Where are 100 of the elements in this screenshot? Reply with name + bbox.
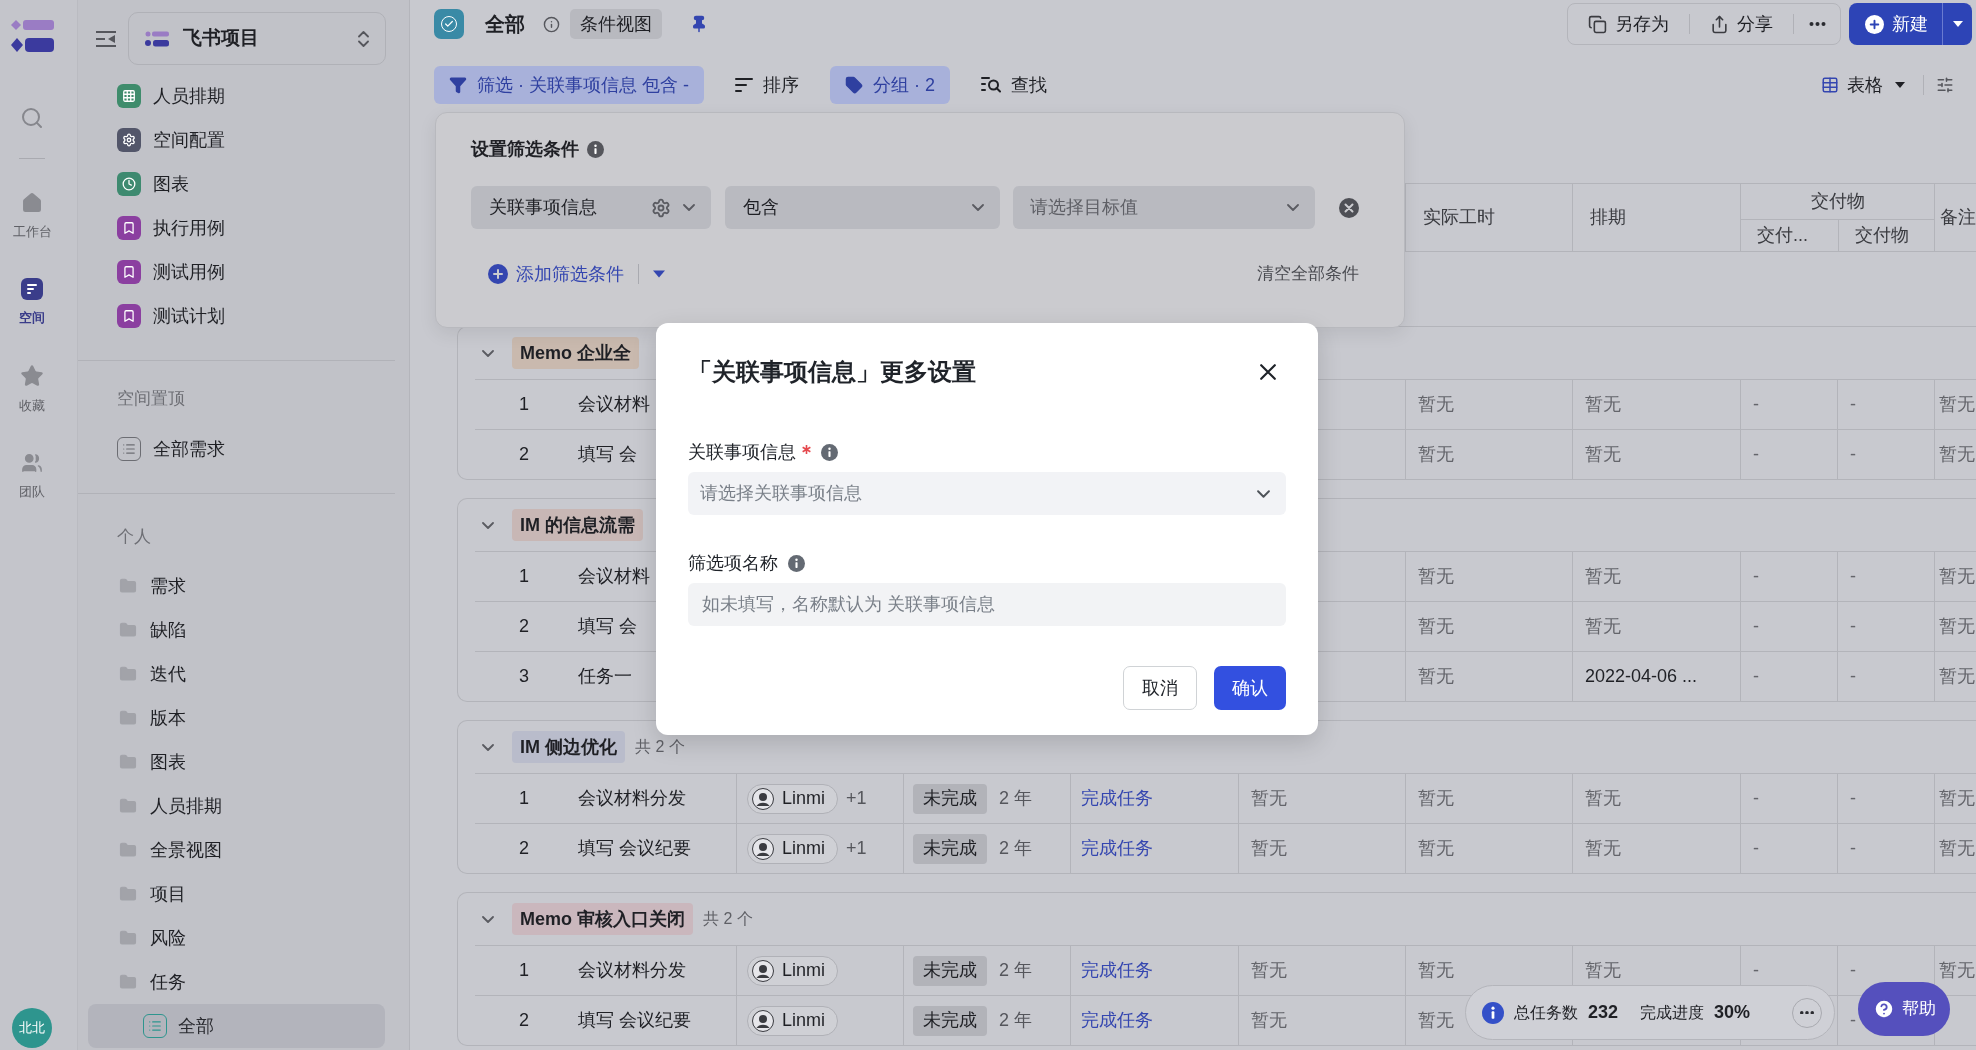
task-title: 任务一 [578, 665, 632, 688]
pin-icon[interactable] [690, 15, 708, 33]
group-count: 共 2 个 [635, 737, 685, 757]
rail-nav-item[interactable]: 工作台 [12, 192, 52, 240]
complete-task-link[interactable]: 完成任务 [1081, 785, 1153, 812]
chevron-down-icon[interactable] [482, 915, 494, 923]
clear-all-button[interactable]: 清空全部条件 [1257, 261, 1359, 287]
folder-item[interactable]: 人员排期 [88, 784, 385, 828]
add-filter-button[interactable]: 添加筛选条件 [488, 260, 624, 288]
caret-down-icon[interactable] [1952, 21, 1963, 27]
folder-item[interactable]: 全景视图 [88, 828, 385, 872]
share-icon [1710, 14, 1729, 34]
gear-icon[interactable] [651, 197, 672, 218]
more-icon [1808, 22, 1826, 26]
rail-nav-item[interactable]: 团队 [19, 452, 45, 500]
project-selector[interactable]: 飞书项目 [128, 12, 386, 65]
folder-item[interactable]: 任务 [88, 960, 385, 1004]
assignee-chip[interactable]: Linmi [747, 833, 838, 864]
table-cell: 暂无 [1405, 380, 1572, 429]
chevron-down-icon [1287, 204, 1299, 211]
sidebar-item[interactable]: 测试计划 [88, 294, 385, 338]
complete-task-link[interactable]: 完成任务 [1081, 835, 1153, 862]
user-avatar[interactable]: 北北 [12, 1008, 52, 1048]
column-header: 备注 [1934, 184, 1976, 251]
action-button[interactable]: 另存为 [1568, 4, 1689, 44]
table-cell: 暂无 [1405, 430, 1572, 479]
folder-icon [118, 665, 138, 683]
toolbar-button[interactable]: 分组 · 2 [830, 66, 950, 104]
info-icon [1482, 1001, 1504, 1024]
row-number: 2 [519, 443, 529, 466]
status-tag: 未完成 [913, 783, 987, 814]
table-cell: 暂无 [1572, 430, 1740, 479]
toolbar-button[interactable]: 排序 [720, 66, 814, 104]
table-cell: - [1740, 552, 1837, 601]
sidebar-item[interactable]: 执行用例 [88, 206, 385, 250]
search-icon [981, 76, 1001, 94]
sidebar-item[interactable]: 全部需求 [88, 427, 385, 471]
sidebar-item[interactable]: 全部 [88, 1004, 385, 1048]
clear-circle-icon[interactable] [1339, 197, 1359, 218]
new-dropdown-button[interactable] [1942, 3, 1972, 45]
duration-text: 2 年 [999, 837, 1032, 860]
folder-item[interactable]: 项目 [88, 872, 385, 916]
column-header: 排期 [1572, 184, 1740, 251]
tag-icon [845, 76, 863, 94]
toolbar-button[interactable]: 筛选 · 关联事项信息 包含 - [434, 66, 704, 104]
new-button[interactable]: 新建 [1849, 3, 1942, 45]
caret-down-icon[interactable] [653, 270, 665, 278]
app-logo-icon[interactable] [10, 20, 54, 52]
info-icon[interactable] [543, 15, 560, 33]
row-number: 1 [519, 393, 529, 416]
group-tag: IM 侧边优化 [512, 731, 625, 763]
folder-item[interactable]: 迭代 [88, 652, 385, 696]
group-tag: Memo 企业全 [512, 337, 639, 369]
sidebar-item[interactable]: 测试用例 [88, 250, 385, 294]
folder-item[interactable]: 版本 [88, 696, 385, 740]
rail-nav-item[interactable]: 空间 [19, 278, 45, 326]
collapse-sidebar-icon[interactable] [96, 30, 116, 47]
section-title: 个人 [117, 526, 151, 549]
chevron-down-icon [1257, 489, 1270, 498]
rail-nav-item[interactable]: 收藏 [19, 364, 45, 414]
field-select[interactable]: 关联事项信息 [471, 186, 712, 229]
duration-text: 2 年 [999, 959, 1032, 982]
folder-icon [118, 709, 138, 727]
assignee-chip[interactable]: Linmi [747, 955, 838, 986]
assignee-chip[interactable]: Linmi [747, 783, 838, 814]
table-cell: - [1837, 602, 1934, 651]
view-switch-button[interactable]: 表格 [1815, 67, 1911, 103]
cancel-button[interactable]: 取消 [1123, 666, 1197, 710]
team-icon [20, 452, 44, 474]
sidebar-item[interactable]: 图表 [88, 162, 385, 206]
chevron-down-icon[interactable] [482, 349, 494, 357]
list-icon [143, 1014, 167, 1038]
toolbar-button[interactable]: 查找 [966, 66, 1062, 104]
chevron-down-icon[interactable] [482, 743, 494, 751]
folder-item[interactable]: 图表 [88, 740, 385, 784]
assignee-chip[interactable]: Linmi [747, 1005, 838, 1036]
extra-assignee-count: +1 [846, 787, 867, 810]
duration-text: 2 年 [999, 1009, 1032, 1032]
chevron-down-icon[interactable] [482, 521, 494, 529]
help-button[interactable]: 帮助 [1858, 982, 1950, 1036]
sidebar-item[interactable]: 人员排期 [88, 74, 385, 118]
folder-item[interactable]: 风险 [88, 916, 385, 960]
folder-item[interactable]: 缺陷 [88, 608, 385, 652]
settings-sliders-icon[interactable] [1936, 76, 1954, 94]
table-cell: 暂无 [1238, 774, 1405, 823]
folder-item[interactable]: 需求 [88, 564, 385, 608]
select-field[interactable]: 请选择关联事项信息 [688, 472, 1286, 515]
caret-down-icon[interactable] [1895, 82, 1905, 88]
table-icon [1821, 76, 1839, 94]
close-icon[interactable] [1260, 364, 1276, 380]
sidebar-item[interactable]: 空间配置 [88, 118, 385, 162]
confirm-button[interactable]: 确认 [1214, 666, 1286, 710]
field-label: 关联事项信息 [688, 440, 796, 464]
complete-task-link[interactable]: 完成任务 [1081, 957, 1153, 984]
operator-select[interactable]: 包含 [725, 186, 1001, 229]
folder-icon [118, 621, 138, 639]
complete-task-link[interactable]: 完成任务 [1081, 1007, 1153, 1034]
input-field[interactable]: 如未填写，名称默认为 关联事项信息 [688, 583, 1286, 626]
table-cell: 暂无 [1238, 946, 1405, 995]
action-button[interactable]: 分享 [1690, 4, 1793, 44]
